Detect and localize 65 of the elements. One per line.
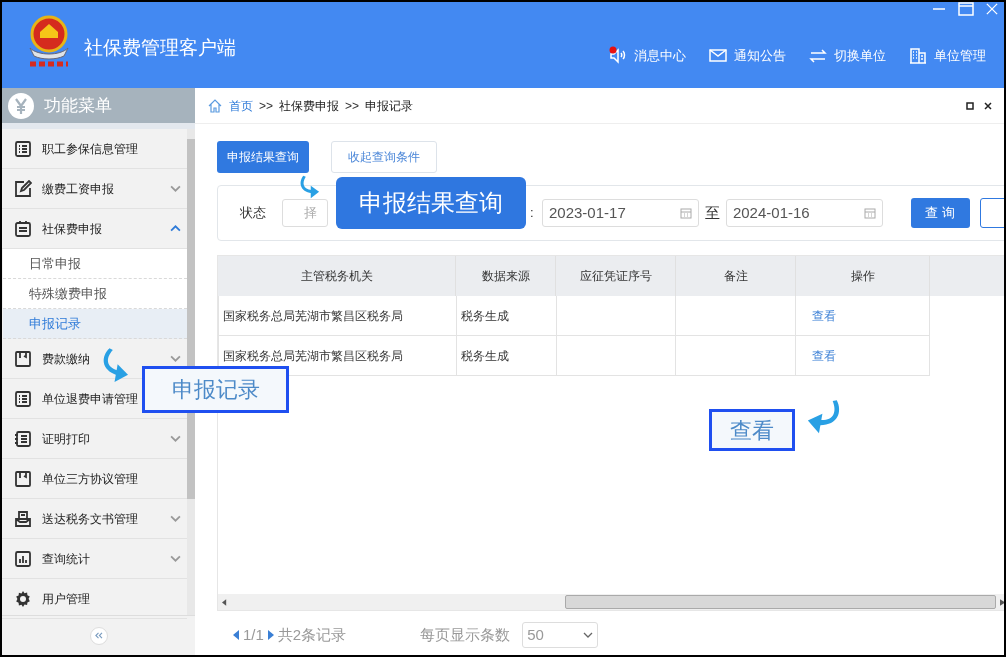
breadcrumb-item: 申报记录 [365, 97, 414, 115]
breadcrumb-separator: >> [259, 97, 273, 115]
window-title: 社保费管理客户端 [84, 36, 236, 60]
column-header: 主管税务机关 [218, 256, 456, 296]
menu-item-icon [14, 179, 32, 198]
restore-icon[interactable] [966, 101, 974, 110]
reset-button[interactable] [979, 198, 1004, 228]
breadcrumb-item: 社保费申报 [279, 97, 339, 115]
collapse-button[interactable] [89, 626, 108, 645]
table-cell-text: 税务生成 [460, 307, 509, 325]
submenu-item[interactable]: 特殊缴费申报 [3, 279, 187, 309]
date-from-field[interactable]: 2023-01-17 [542, 199, 699, 227]
tab[interactable]: 收起查询条件 [331, 141, 437, 173]
status-label: 状态 [240, 204, 267, 223]
view-link[interactable]: 查看 [812, 346, 837, 365]
menu-item-icon [14, 589, 32, 608]
table-cell-text: 税务生成 [460, 347, 509, 365]
column-header: 应征凭证序号 [556, 256, 676, 296]
menu-item-icon [14, 469, 32, 488]
scroll-left-icon[interactable] [222, 598, 227, 606]
menu-item-icon [14, 549, 32, 568]
tab[interactable]: 申报结果查询 [217, 141, 309, 173]
menu-item-icon [14, 429, 32, 448]
unit-icon [908, 46, 928, 66]
menu-item[interactable]: 送达税务文书管理 [2, 499, 187, 539]
maximize-icon[interactable] [958, 2, 974, 16]
scroll-right-icon[interactable] [1000, 598, 1004, 606]
callout-tooltip: 申报记录 [142, 366, 289, 413]
horizontal-scrollbar[interactable] [218, 594, 1004, 610]
column-header: 操作 [796, 256, 930, 296]
yen-icon [8, 92, 34, 119]
callout-tooltip: 申报结果查询 [336, 177, 526, 229]
breadcrumb-separator: >> [345, 97, 360, 115]
date-label: : [530, 204, 535, 223]
next-page-icon[interactable] [267, 630, 274, 640]
breadcrumb-link[interactable]: 首页 [229, 96, 253, 115]
table-cell-text: 国家税务总局芜湖市繁昌区税务局 [223, 347, 403, 365]
calendar-icon [679, 207, 692, 219]
search-button[interactable]: 查 询 [910, 198, 970, 228]
scrollbar-thumb[interactable] [565, 595, 996, 609]
view-link[interactable]: 查看 [812, 306, 837, 325]
menu-item-icon [14, 509, 32, 528]
previous-page-icon[interactable] [233, 630, 239, 640]
calendar-icon [863, 207, 876, 219]
date-to-field[interactable]: 2024-01-16 [725, 199, 883, 227]
page-indicator: 1/1 [243, 624, 264, 645]
column-header: 数据来源 [456, 256, 556, 296]
message-icon [608, 46, 628, 66]
callout-tooltip: 查看 [709, 409, 795, 451]
submenu-item[interactable]: 日常申报 [3, 249, 187, 279]
page-size-label: 每页显示条数 [420, 624, 511, 645]
table-cell-text: 国家税务总局芜湖市繁昌区税务局 [223, 307, 403, 325]
chevron-down-icon [583, 632, 594, 638]
menu-item-icon [14, 139, 32, 158]
home-icon [207, 97, 223, 114]
menu-item-icon [14, 389, 32, 408]
submenu-item[interactable]: 申报记录 [3, 309, 187, 339]
menu-item-icon [14, 349, 32, 368]
to-label: 至 [704, 202, 720, 223]
record-count: 共2条记录 [277, 624, 347, 645]
sidebar-title: 功能菜单 [44, 94, 112, 117]
close-icon[interactable] [984, 101, 992, 110]
double-chevron-left-icon [94, 632, 103, 639]
menu-item-icon [14, 219, 32, 238]
column-header: 备注 [676, 256, 796, 296]
